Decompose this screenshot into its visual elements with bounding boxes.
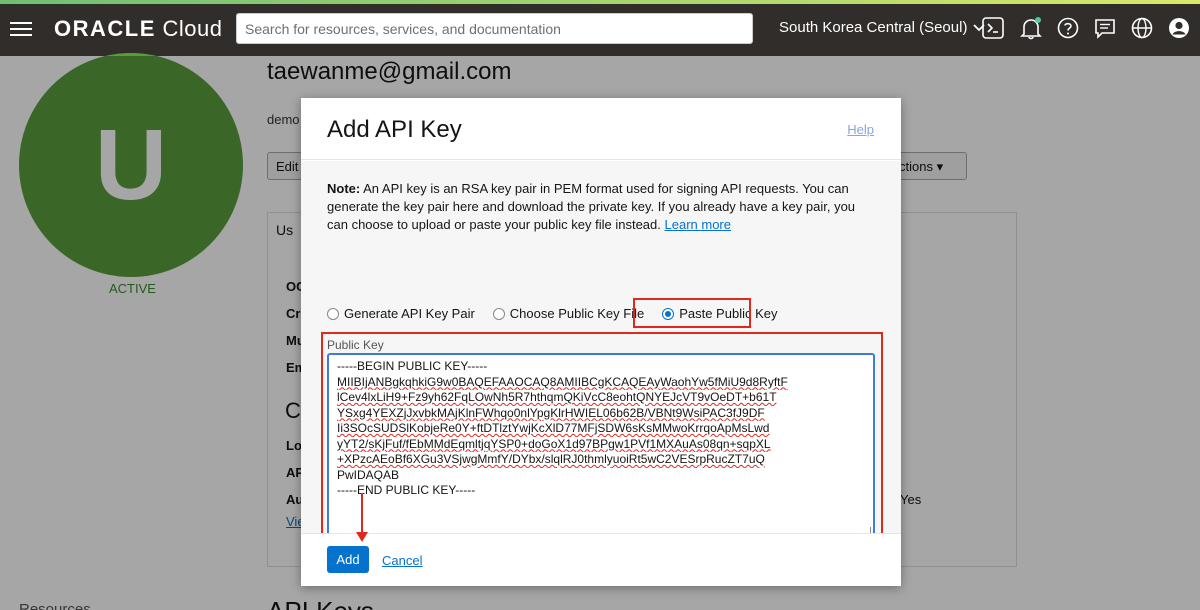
- key-line: lCev4lxLiH9+Fz9yh62FqLOwNh5R7hthqmQKiVcC…: [337, 390, 777, 404]
- radio-generate-key-pair[interactable]: Generate API Key Pair: [327, 306, 475, 321]
- radio-label: Generate API Key Pair: [344, 306, 475, 321]
- learn-more-link[interactable]: Learn more: [665, 217, 731, 232]
- oracle-cloud-logo[interactable]: ORACLE Cloud: [54, 16, 223, 42]
- key-line: -----END PUBLIC KEY-----: [337, 483, 476, 497]
- top-color-stripe: [0, 0, 1200, 4]
- cloud-shell-icon[interactable]: [981, 16, 1005, 40]
- help-link[interactable]: Help: [847, 122, 874, 137]
- top-navigation-bar: ORACLE Cloud South Korea Central (Seoul): [0, 0, 1200, 56]
- public-key-textarea[interactable]: -----BEGIN PUBLIC KEY----- MIIBIjANBgkqh…: [327, 353, 875, 539]
- hamburger-menu-icon[interactable]: [10, 18, 32, 38]
- note-label: Note:: [327, 181, 361, 196]
- help-icon[interactable]: [1056, 16, 1080, 40]
- dialog-body: Note: An API key is an RSA key pair in P…: [301, 161, 901, 549]
- annotation-arrow-line: [361, 493, 363, 535]
- chat-icon[interactable]: [1093, 16, 1117, 40]
- logo-cloud-text: Cloud: [162, 16, 223, 41]
- radio-label: Choose Public Key File: [509, 306, 645, 321]
- api-key-note: Note: An API key is an RSA key pair in P…: [327, 180, 867, 234]
- key-line: Ii3SOcSUDSlKobjeRe0Y+ftDTlztYwjKcXlD77MF…: [337, 421, 770, 435]
- note-text: An API key is an RSA key pair in PEM for…: [327, 181, 856, 232]
- cancel-link[interactable]: Cancel: [382, 553, 422, 568]
- globe-icon[interactable]: [1130, 16, 1154, 40]
- public-key-label: Public Key: [327, 338, 384, 352]
- key-line: MIIBIjANBgkqhkiG9w0BAQEFAAOCAQ8AMIIBCgKC…: [337, 374, 788, 389]
- key-line: yYT2/sKjFuf/fEbMMdEqmltjqYSP0+doGoX1d97B…: [337, 436, 771, 451]
- add-api-key-dialog: Add API Key Help Note: An API key is an …: [301, 98, 901, 586]
- annotation-highlight-radio: [633, 298, 751, 328]
- user-profile-icon[interactable]: [1167, 16, 1191, 40]
- radio-choose-public-key-file[interactable]: Choose Public Key File: [492, 306, 645, 321]
- search-input[interactable]: [236, 13, 753, 44]
- key-line: -----BEGIN PUBLIC KEY-----: [337, 359, 488, 373]
- key-line: +XPzcAEoBf6XGu3VSjwgMmfY/DYbx/slqlRJ0thm…: [337, 452, 765, 466]
- dialog-header: Add API Key Help: [301, 98, 901, 160]
- bell-icon[interactable]: [1019, 16, 1043, 40]
- region-label: South Korea Central (Seoul): [779, 19, 968, 36]
- dialog-title: Add API Key: [327, 116, 462, 143]
- logo-oracle-text: ORACLE: [54, 16, 156, 41]
- dialog-footer: Add Cancel: [301, 533, 901, 586]
- add-button[interactable]: Add: [327, 546, 369, 573]
- region-selector[interactable]: South Korea Central (Seoul): [779, 19, 986, 36]
- radio-unselected-icon: [327, 307, 339, 320]
- annotation-arrow-head-icon: [356, 532, 368, 542]
- key-line: PwIDAQAB: [337, 467, 400, 482]
- key-line: YSxg4YEXZjJxvbkMAjKlnFWhqo0nlYpgKlrHWIEL…: [337, 405, 765, 420]
- radio-unselected-icon: [492, 307, 505, 320]
